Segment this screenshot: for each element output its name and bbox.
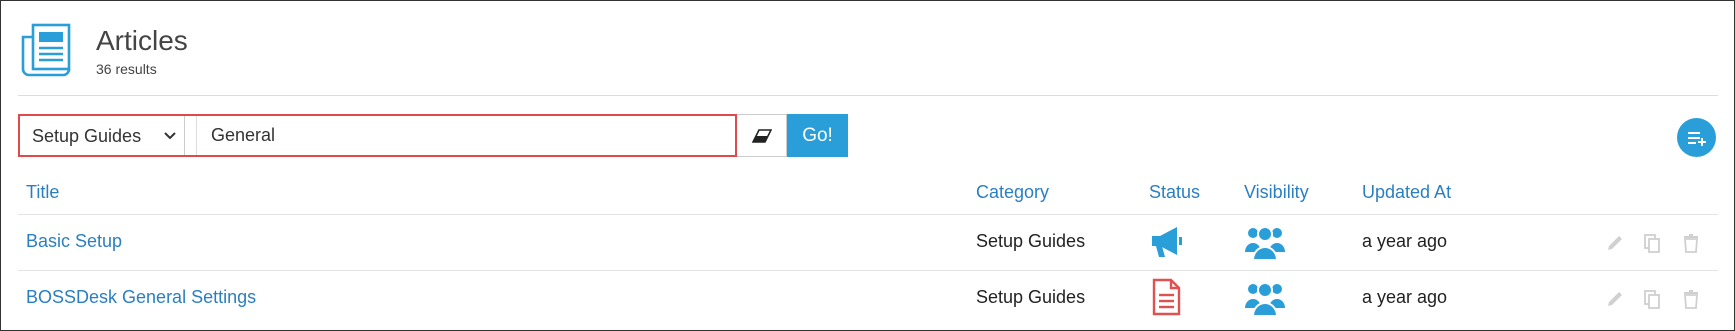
playlist-add-icon (1688, 132, 1706, 146)
edit-icon[interactable] (1605, 289, 1625, 309)
edit-icon[interactable] (1605, 233, 1625, 253)
megaphone-icon (1152, 227, 1182, 257)
add-article-button[interactable] (1677, 118, 1716, 157)
users-icon (1245, 226, 1285, 261)
results-count: 36 results (96, 61, 157, 77)
category-select-value: Setup Guides (32, 126, 142, 146)
users-icon (1245, 282, 1285, 317)
eraser-icon (752, 129, 772, 143)
article-title-link[interactable]: BOSSDesk General Settings (26, 287, 256, 308)
document-icon (1152, 278, 1181, 316)
updated-at: a year ago (1362, 231, 1448, 251)
table-row: BOSSDesk General Settings Setup Guides a… (1, 270, 1734, 326)
copy-icon[interactable] (1642, 289, 1662, 309)
go-button[interactable]: Go! (787, 114, 848, 157)
chevron-down-icon (164, 132, 176, 140)
search-input[interactable] (196, 116, 733, 155)
table-row: Basic Setup Setup Guides a year ago (1, 214, 1734, 270)
header-divider (18, 95, 1718, 96)
search-bar: Setup Guides (18, 114, 737, 157)
updated-at: a year ago (1362, 287, 1448, 307)
article-category: Setup Guides (976, 287, 1086, 307)
copy-icon[interactable] (1642, 233, 1662, 253)
category-select[interactable]: Setup Guides (20, 116, 185, 155)
clear-search-button[interactable] (737, 114, 787, 157)
column-header-status[interactable]: Status (1149, 182, 1200, 203)
trash-icon[interactable] (1681, 289, 1701, 309)
articles-panel: Articles 36 results Setup Guides Go! Tit… (0, 0, 1735, 331)
page-title: Articles (96, 25, 188, 56)
trash-icon[interactable] (1681, 233, 1701, 253)
column-header-title[interactable]: Title (26, 182, 59, 203)
column-header-visibility[interactable]: Visibility (1244, 182, 1309, 203)
article-title-link[interactable]: Basic Setup (26, 231, 122, 252)
newspaper-icon (21, 23, 71, 77)
column-header-updated-at[interactable]: Updated At (1362, 182, 1451, 203)
column-header-category[interactable]: Category (976, 182, 1049, 203)
article-category: Setup Guides (976, 231, 1086, 251)
